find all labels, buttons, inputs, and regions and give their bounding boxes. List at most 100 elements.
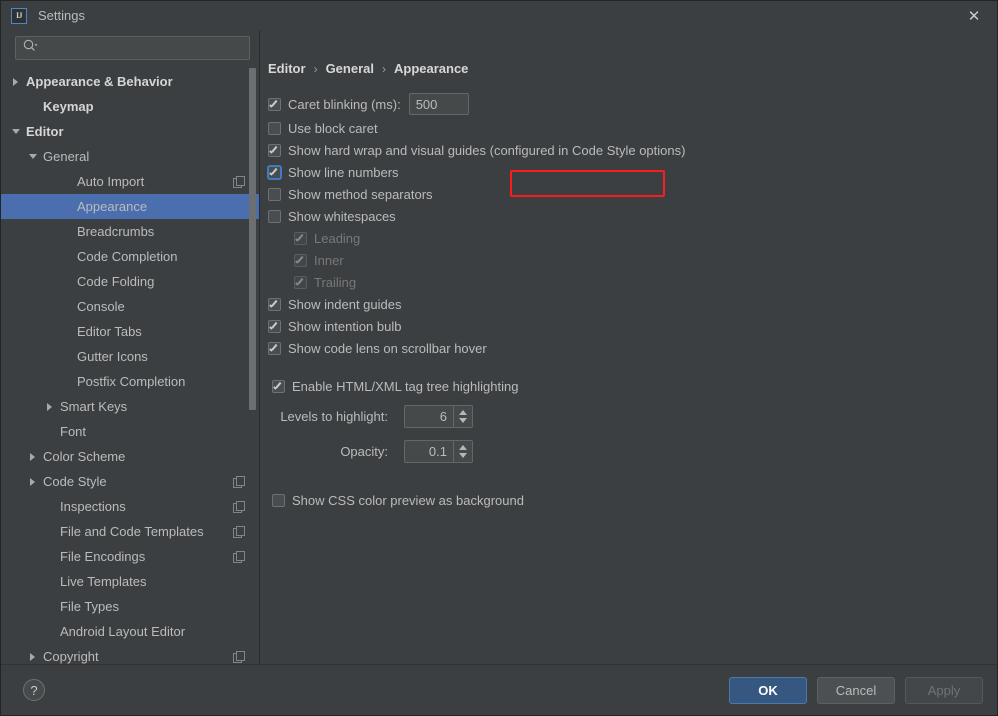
sidebar-item-auto-import[interactable]: Auto Import bbox=[1, 169, 259, 194]
chevron-right-icon[interactable] bbox=[26, 652, 39, 661]
option-label-show-intention-bulb: Show intention bulb bbox=[288, 318, 402, 334]
sidebar-item-android-layout-editor[interactable]: Android Layout Editor bbox=[1, 619, 259, 644]
spinner-input-opacity[interactable] bbox=[405, 440, 453, 462]
sidebar-item-live-templates[interactable]: Live Templates bbox=[1, 569, 259, 594]
option-row-show-css-color-preview[interactable]: Show CSS color preview as background bbox=[272, 487, 997, 513]
option-row-show-method-separators[interactable]: Show method separators bbox=[268, 183, 997, 205]
sidebar-item-label: Android Layout Editor bbox=[60, 624, 186, 639]
chevron-right-icon[interactable] bbox=[43, 402, 56, 411]
spinner-opacity[interactable] bbox=[404, 439, 473, 463]
spinner-levels-to-highlight[interactable] bbox=[404, 404, 473, 428]
sidebar-item-label: Smart Keys bbox=[60, 399, 128, 414]
sidebar-item-color-scheme[interactable]: Color Scheme bbox=[1, 444, 259, 469]
breadcrumb-item[interactable]: Editor bbox=[268, 61, 306, 76]
search-container bbox=[1, 30, 259, 68]
checkbox-show-method-separators[interactable] bbox=[268, 187, 281, 201]
sidebar-item-label: Live Templates bbox=[60, 574, 147, 589]
sidebar-item-gutter-icons[interactable]: Gutter Icons bbox=[1, 344, 259, 369]
dialog-buttons: OK Cancel Apply bbox=[729, 676, 983, 704]
sidebar-item-label: Console bbox=[77, 299, 125, 314]
sidebar-item-file-types[interactable]: File Types bbox=[1, 594, 259, 619]
sidebar-item-file-encodings[interactable]: File Encodings bbox=[1, 544, 259, 569]
copy-settings-icon[interactable] bbox=[233, 525, 245, 538]
copy-settings-icon[interactable] bbox=[233, 475, 245, 488]
checkbox-show-code-lens-on-scrollbar-hover[interactable] bbox=[268, 341, 281, 355]
sidebar-item-keymap[interactable]: Keymap bbox=[1, 94, 259, 119]
sidebar-item-font[interactable]: Font bbox=[1, 419, 259, 444]
sidebar-item-code-style[interactable]: Code Style bbox=[1, 469, 259, 494]
sidebar-item-code-completion[interactable]: Code Completion bbox=[1, 244, 259, 269]
checkbox-show-css-color-preview[interactable] bbox=[272, 493, 285, 507]
search-box[interactable] bbox=[15, 36, 250, 60]
checkbox-use-block-caret[interactable] bbox=[268, 121, 281, 135]
settings-content-panel: Editor › General › Appearance Caret blinking… bbox=[260, 30, 997, 664]
checkbox-show-intention-bulb[interactable] bbox=[268, 319, 281, 333]
sidebar-item-file-and-code-templates[interactable]: File and Code Templates bbox=[1, 519, 259, 544]
checkbox-show-line-numbers[interactable] bbox=[268, 165, 281, 179]
chevron-up-icon[interactable] bbox=[459, 444, 467, 450]
checkbox-caret-blinking[interactable] bbox=[268, 97, 281, 111]
option-label-show-whitespaces: Show whitespaces bbox=[288, 208, 396, 224]
cancel-button[interactable]: Cancel bbox=[817, 676, 895, 704]
checkbox-show-hard-wrap-and-visual-guides-configured-in-c[interactable] bbox=[268, 143, 281, 157]
spinner-buttons-opacity[interactable] bbox=[453, 440, 472, 462]
settings-sidebar: Appearance & Behavior Keymap Editor General… bbox=[1, 30, 260, 664]
sidebar-item-label: Appearance bbox=[77, 199, 148, 214]
sidebar-item-copyright[interactable]: Copyright bbox=[1, 644, 259, 664]
sidebar-item-breadcrumbs[interactable]: Breadcrumbs bbox=[1, 219, 259, 244]
sidebar-item-editor-tabs[interactable]: Editor Tabs bbox=[1, 319, 259, 344]
spinner-input-levels-to-highlight[interactable] bbox=[405, 405, 453, 427]
option-row-show-whitespaces[interactable]: Show whitespaces bbox=[268, 205, 997, 227]
option-row-caret-blinking[interactable]: Caret blinking (ms): bbox=[268, 91, 997, 117]
close-icon[interactable]: ✕ bbox=[951, 1, 997, 30]
option-label-show-code-lens-on-scrollbar-hover: Show code lens on scrollbar hover bbox=[288, 340, 487, 356]
checkbox-show-indent-guides[interactable] bbox=[268, 297, 281, 311]
ok-button[interactable]: OK bbox=[729, 676, 807, 704]
chevron-down-icon[interactable] bbox=[9, 129, 22, 134]
copy-settings-icon[interactable] bbox=[233, 650, 245, 663]
breadcrumb-item[interactable]: General bbox=[326, 61, 374, 76]
caret-blinking-input[interactable] bbox=[408, 93, 469, 115]
sidebar-item-code-folding[interactable]: Code Folding bbox=[1, 269, 259, 294]
option-row-show-code-lens-on-scrollbar-hover[interactable]: Show code lens on scrollbar hover bbox=[268, 337, 997, 359]
spinner-row-levels-to-highlight: Levels to highlight: bbox=[268, 403, 997, 429]
spinner-buttons-levels[interactable] bbox=[453, 405, 472, 427]
chevron-right-icon[interactable] bbox=[26, 452, 39, 461]
sidebar-item-inspections[interactable]: Inspections bbox=[1, 494, 259, 519]
settings-dialog: IJ Settings ✕ Appearance & Behavior Keym… bbox=[0, 0, 998, 716]
chevron-down-icon[interactable] bbox=[459, 417, 467, 423]
option-row-show-indent-guides[interactable]: Show indent guides bbox=[268, 293, 997, 315]
sidebar-item-smart-keys[interactable]: Smart Keys bbox=[1, 394, 259, 419]
label-opacity: Opacity: bbox=[340, 443, 388, 459]
copy-settings-icon[interactable] bbox=[233, 500, 245, 513]
copy-settings-icon[interactable] bbox=[233, 550, 245, 563]
checkbox-leading bbox=[294, 231, 307, 245]
option-row-show-line-numbers[interactable]: Show line numbers bbox=[268, 161, 997, 183]
sidebar-scrollbar[interactable] bbox=[249, 30, 256, 664]
help-icon[interactable]: ? bbox=[23, 679, 45, 701]
sidebar-item-editor[interactable]: Editor bbox=[1, 119, 259, 144]
sidebar-item-label: Color Scheme bbox=[43, 449, 126, 464]
chevron-right-icon[interactable] bbox=[26, 477, 39, 486]
sidebar-item-appearance-behavior[interactable]: Appearance & Behavior bbox=[1, 69, 259, 94]
option-row-show-hard-wrap-and-visual-guides-configured-in-c[interactable]: Show hard wrap and visual guides (config… bbox=[268, 139, 997, 161]
breadcrumb-item[interactable]: Appearance bbox=[394, 61, 468, 76]
sidebar-item-postfix-completion[interactable]: Postfix Completion bbox=[1, 369, 259, 394]
option-row-use-block-caret[interactable]: Use block caret bbox=[268, 117, 997, 139]
checkbox-enable-html-xml-highlighting[interactable] bbox=[272, 379, 285, 393]
option-row-show-intention-bulb[interactable]: Show intention bulb bbox=[268, 315, 997, 337]
copy-settings-icon[interactable] bbox=[233, 175, 245, 188]
window-title: Settings bbox=[38, 8, 85, 23]
sidebar-scrollbar-thumb[interactable] bbox=[249, 68, 256, 410]
chevron-up-icon[interactable] bbox=[459, 409, 467, 415]
chevron-down-icon[interactable] bbox=[459, 452, 467, 458]
sidebar-item-console[interactable]: Console bbox=[1, 294, 259, 319]
sidebar-item-general[interactable]: General bbox=[1, 144, 259, 169]
chevron-right-icon[interactable] bbox=[9, 77, 22, 86]
option-row-enable-html-xml-highlighting[interactable]: Enable HTML/XML tag tree highlighting bbox=[272, 373, 997, 399]
search-input[interactable] bbox=[38, 40, 249, 56]
sidebar-item-label: Gutter Icons bbox=[77, 349, 148, 364]
sidebar-item-appearance[interactable]: Appearance bbox=[1, 194, 259, 219]
checkbox-show-whitespaces[interactable] bbox=[268, 209, 281, 223]
chevron-down-icon[interactable] bbox=[26, 154, 39, 159]
